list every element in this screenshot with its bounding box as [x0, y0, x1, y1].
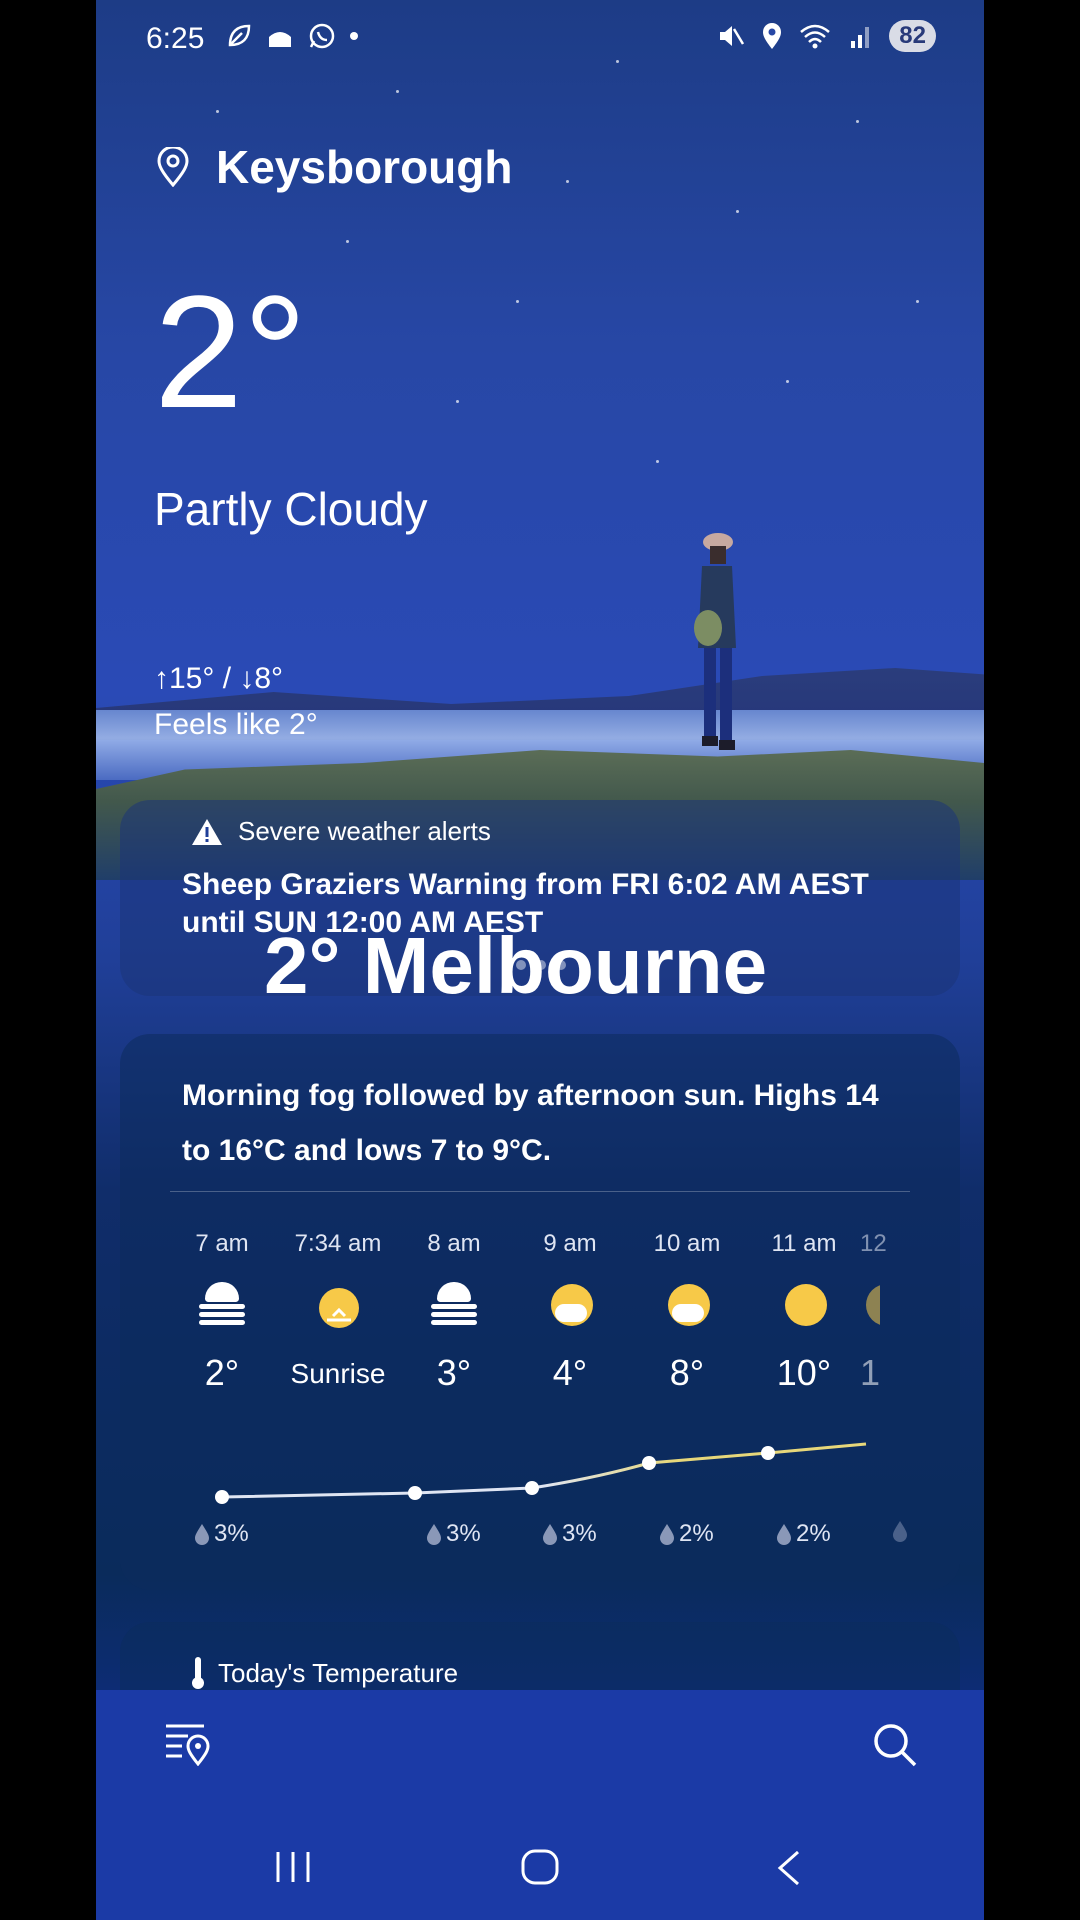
current-condition: Partly Cloudy	[154, 483, 428, 535]
weather-app-screen: 6:25 82 Keysborough 2° Partly Cloudy ↑15…	[96, 0, 984, 1920]
hour-temp: 2°	[204, 1352, 240, 1393]
hour-temp: 3°	[436, 1352, 472, 1393]
precip-item: 3%	[426, 1520, 481, 1548]
signal-icon	[851, 27, 870, 48]
sunrise-icon	[313, 1280, 363, 1330]
alert-heading-label: Severe weather alerts	[238, 816, 491, 846]
person-illustration	[694, 533, 736, 750]
precip-item: 3%	[542, 1520, 597, 1548]
hour-temp: 8°	[669, 1352, 705, 1393]
status-bar: 6:25 82	[96, 0, 984, 80]
hour-time: 7 am	[195, 1230, 249, 1257]
temperature-graph	[215, 1442, 867, 1504]
raindrop-icon	[777, 1524, 791, 1545]
graph-point	[525, 1481, 539, 1495]
raindrop-icon	[543, 1524, 557, 1545]
location-header[interactable]: Keysborough	[156, 140, 512, 194]
thermometer-icon	[192, 1657, 204, 1689]
leaf-icon	[228, 24, 251, 47]
whatsapp-icon	[309, 23, 335, 49]
forecast-divider	[170, 1191, 910, 1192]
hour-time: 11 am	[771, 1230, 837, 1257]
hour-time: 10 am	[653, 1230, 721, 1257]
graph-point	[408, 1486, 422, 1500]
location-pin-icon	[157, 147, 189, 187]
hour-temp: 10°	[776, 1352, 832, 1393]
hour-item: 9 am 4°	[510, 1230, 630, 1394]
fog-icon	[429, 1280, 479, 1330]
raindrop-icon	[195, 1524, 209, 1545]
raindrop-icon	[660, 1524, 674, 1545]
todays-temperature-label: Today's Temperature	[218, 1657, 459, 1688]
hour-time: 8 am	[427, 1230, 481, 1257]
wifi-icon	[800, 24, 831, 49]
city-name: Keysborough	[216, 141, 513, 193]
warning-icon	[192, 818, 222, 845]
sun-cloud-icon	[860, 1280, 880, 1330]
notification-icons	[226, 22, 358, 50]
raindrop-icon	[427, 1524, 441, 1545]
precip-item: 2%	[659, 1520, 714, 1548]
hour-item-partial: 12 1	[860, 1230, 920, 1394]
precip-item-partial	[892, 1520, 908, 1542]
graph-point	[215, 1490, 229, 1504]
manage-locations-icon[interactable]	[164, 1722, 210, 1766]
sun-cloud-icon	[662, 1280, 712, 1330]
alert-heading: Severe weather alerts	[190, 816, 491, 847]
high-low-temperature: ↑15° / ↓8°	[154, 662, 284, 695]
todays-temperature-heading: Today's Temperature	[192, 1656, 458, 1690]
precip-value: 2%	[679, 1520, 714, 1547]
recents-button[interactable]	[272, 1850, 314, 1884]
precip-value: 2%	[796, 1520, 831, 1547]
graph-point	[761, 1446, 775, 1460]
more-notifications-dot	[350, 32, 358, 40]
graph-point	[642, 1456, 656, 1470]
sun-icon	[779, 1280, 829, 1330]
mosque-icon	[269, 25, 291, 47]
page-indicator-dots	[516, 960, 566, 970]
precip-item: 2%	[776, 1520, 831, 1548]
mute-icon	[720, 26, 745, 46]
hour-item: 7:34 am Sunrise	[278, 1230, 398, 1390]
system-icons: 82	[717, 20, 936, 52]
precip-value: 3%	[214, 1520, 249, 1547]
battery-level: 82	[889, 20, 936, 52]
feels-like: Feels like 2°	[154, 708, 318, 741]
home-button[interactable]	[520, 1848, 560, 1886]
precip-value: 3%	[446, 1520, 481, 1547]
fog-icon	[197, 1280, 247, 1330]
hour-time: 12	[860, 1230, 887, 1257]
hour-item: 7 am 2°	[162, 1230, 282, 1394]
sun-cloud-icon	[545, 1280, 595, 1330]
forecast-summary: Morning fog followed by afternoon sun. H…	[182, 1079, 879, 1167]
hour-item: 10 am 8°	[627, 1230, 747, 1394]
current-temperature: 2°	[154, 262, 307, 441]
hour-temp: 4°	[552, 1352, 588, 1393]
hour-temp: 1	[860, 1352, 881, 1393]
raindrop-icon	[893, 1521, 907, 1542]
location-status-icon	[763, 23, 782, 49]
hour-item: 11 am 10°	[744, 1230, 864, 1394]
back-button[interactable]	[774, 1850, 804, 1886]
hour-time: 9 am	[543, 1230, 597, 1257]
hour-time: 7:34 am	[294, 1230, 382, 1257]
search-icon[interactable]	[872, 1722, 918, 1768]
hour-item: 8 am 3°	[394, 1230, 514, 1394]
hour-temp: Sunrise	[290, 1358, 386, 1389]
status-time: 6:25	[146, 22, 205, 55]
precip-value: 3%	[562, 1520, 597, 1547]
precip-item: 3%	[194, 1520, 249, 1548]
